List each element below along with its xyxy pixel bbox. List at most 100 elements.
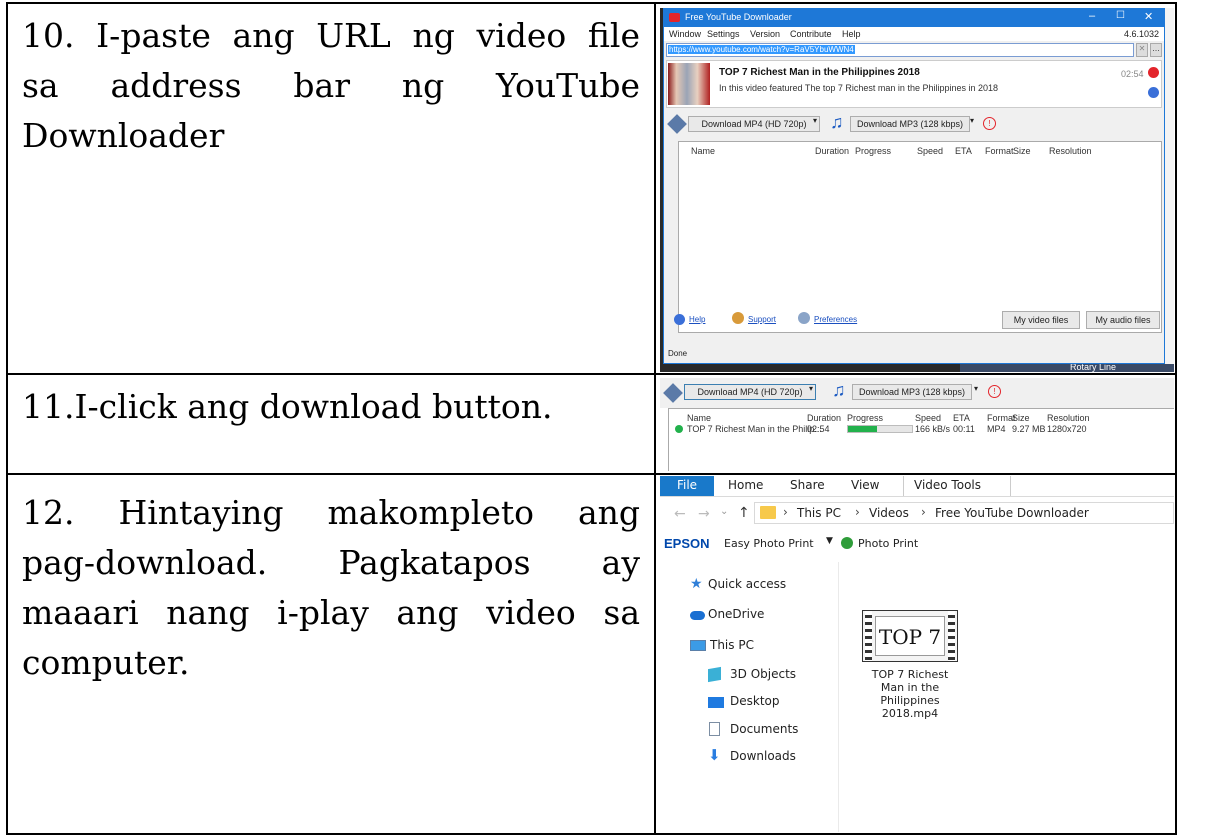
maximize-icon[interactable]: ☐ [1116,10,1125,21]
help-link[interactable]: Help [689,315,705,324]
video-file-item[interactable]: TOP 7 TOP 7 Richest Man in the Philippin… [860,610,960,730]
download-mp4-button[interactable]: Download MP4 (HD 720p) [684,384,816,400]
column-header-duration[interactable]: Duration [807,413,841,423]
file-name-line: 2018.mp4 [881,707,939,720]
nav-desktop[interactable]: Desktop [730,694,780,708]
photo-print-button[interactable]: Photo Print [858,537,918,550]
column-header-progress[interactable]: Progress [847,413,883,423]
column-header-progress[interactable]: Progress [855,146,891,156]
menu-help[interactable]: Help [842,29,861,39]
up-icon[interactable]: ↑ [738,505,750,521]
info-icon[interactable]: ! [988,385,1001,398]
step-line: computer. [22,643,190,682]
column-header-resolution[interactable]: Resolution [1047,413,1090,423]
video-download-icon [667,114,687,134]
menu-contribute[interactable]: Contribute [790,29,832,39]
column-header-speed[interactable]: Speed [915,413,941,423]
chevron-down-icon[interactable]: ▾ [813,116,817,125]
clear-url-icon[interactable]: ✕ [1136,43,1148,57]
chevron-right-icon: › [921,505,926,519]
download-mp3-button[interactable]: Download MP3 (128 kbps) [852,384,972,400]
star-icon: ★ [690,576,703,592]
info-icon[interactable]: ! [983,117,996,130]
address-bar[interactable]: › This PC › Videos › Free YouTube Downlo… [754,502,1174,524]
preferences-link[interactable]: Preferences [814,315,857,324]
status-text: Done [668,349,688,358]
my-audio-files-label: My audio files [1095,315,1151,325]
ribbon: File Home Share View Video Tools [660,476,1174,497]
document-icon [709,722,720,736]
epson-app-menu[interactable]: Easy Photo Print [724,537,814,550]
step-line: sa address bar ng YouTube [22,66,640,105]
chevron-down-icon[interactable]: ▾ [970,116,974,125]
download-mp4-button[interactable]: Download MP4 (HD 720p) [688,116,820,132]
recent-dropdown-icon[interactable]: ⌄ [720,506,728,517]
row-format: MP4 [987,424,1006,434]
step-line: pag-download. Pagkatapos ay [22,543,640,582]
column-header-eta[interactable]: ETA [953,413,970,423]
minimize-icon[interactable]: – [1089,10,1095,22]
column-header-name[interactable]: Name [687,413,711,423]
nav-3d-objects[interactable]: 3D Objects [730,667,796,681]
video-file-thumbnail: TOP 7 [862,610,958,662]
table-border-right [1175,2,1177,835]
menu-settings[interactable]: Settings [707,29,740,39]
download-mp3-label: Download MP3 (128 kbps) [858,387,966,397]
nav-this-pc[interactable]: This PC [710,638,754,652]
menu-window[interactable]: Window [669,29,701,39]
my-video-files-button[interactable]: My video files [1002,311,1080,329]
nav-downloads[interactable]: Downloads [730,749,796,763]
download-mp4-label: Download MP4 (HD 720p) [701,119,807,129]
chevron-right-icon: › [855,505,860,519]
column-header-format[interactable]: Format [985,146,1014,156]
film-strip [865,611,872,661]
music-note-icon: ♫ [830,112,844,132]
tab-file[interactable]: File [660,476,714,496]
chevron-down-icon[interactable]: ▼ [826,536,833,546]
computer-icon [690,640,706,651]
url-text: https://www.youtube.com/watch?v=RaV5YbuW… [668,45,855,54]
menu-version[interactable]: Version [750,29,780,39]
close-icon[interactable]: ✕ [1144,10,1153,23]
tab-share[interactable]: Share [790,478,825,492]
column-header-speed[interactable]: Speed [917,146,943,156]
table-row[interactable]: TOP 7 Richest Man in the Philip... 02:54… [669,423,1174,436]
tab-video-tools[interactable]: Video Tools [914,478,981,492]
breadcrumb-this-pc[interactable]: This PC [797,506,841,520]
url-input[interactable]: https://www.youtube.com/watch?v=RaV5YbuW… [666,43,1134,57]
column-header-resolution[interactable]: Resolution [1049,146,1092,156]
table-row-divider [6,373,1177,375]
breadcrumb-free-youtube-downloader[interactable]: Free YouTube Downloader [935,506,1089,520]
step-12-text: 12. Hintaying makompleto ang pag-downloa… [22,488,640,688]
edit-icon[interactable] [1148,87,1159,98]
my-video-files-label: My video files [1013,315,1069,325]
forward-icon[interactable]: → [698,506,710,522]
video-description: In this video featured The top 7 Richest… [719,83,999,93]
column-header-name[interactable]: Name [691,146,715,156]
file-name-line: Man in the [880,681,940,694]
file-name: TOP 7 Richest Man in the Philippines 201… [860,668,960,720]
nav-documents[interactable]: Documents [730,722,798,736]
nav-onedrive[interactable]: OneDrive [708,607,764,621]
my-audio-files-button[interactable]: My audio files [1086,311,1160,329]
breadcrumb-videos[interactable]: Videos [869,506,909,520]
table-border-left [6,2,8,835]
support-link[interactable]: Support [748,315,776,324]
video-duration: 02:54 [1121,69,1144,79]
back-icon[interactable]: ← [674,506,686,522]
tab-view[interactable]: View [851,478,879,492]
more-icon[interactable]: … [1150,43,1162,57]
nav-quick-access[interactable]: Quick access [708,577,786,591]
chevron-down-icon[interactable]: ▾ [809,384,813,393]
download-mp3-button[interactable]: Download MP3 (128 kbps) [850,116,970,132]
step-line: 11.I-click ang download button. [22,387,553,426]
file-name-line: Philippines [880,694,940,707]
youtube-icon [1148,67,1159,78]
column-header-size[interactable]: Size [1013,146,1031,156]
column-header-eta[interactable]: ETA [955,146,972,156]
step-10-text: 10. I-paste ang URL ng video file sa add… [22,11,640,161]
tab-home[interactable]: Home [728,478,763,492]
column-header-size[interactable]: Size [1012,413,1030,423]
column-header-duration[interactable]: Duration [815,146,849,156]
chevron-down-icon[interactable]: ▾ [974,384,978,393]
